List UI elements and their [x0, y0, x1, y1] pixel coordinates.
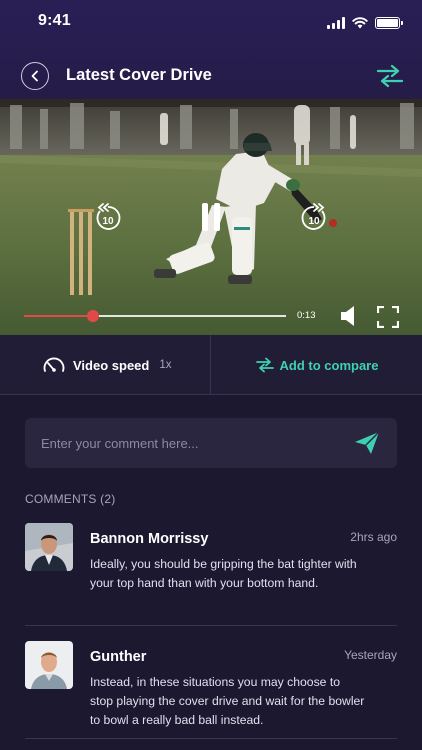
- signal-icon: [327, 16, 345, 29]
- rewind-button[interactable]: 10: [94, 202, 122, 237]
- pause-icon: [202, 203, 220, 231]
- action-bar: Video speed 1x Add to compare: [0, 335, 422, 395]
- comment-input[interactable]: [25, 418, 345, 468]
- page-title: Latest Cover Drive: [66, 66, 212, 84]
- pause-button[interactable]: [200, 203, 222, 236]
- status-time: 9:41: [38, 12, 71, 29]
- video-speed-button[interactable]: Video speed 1x: [0, 335, 211, 395]
- send-button[interactable]: [354, 431, 380, 460]
- comment-text: Instead, in these situations you may cho…: [90, 675, 365, 727]
- video-player[interactable]: 10 10: [0, 99, 422, 335]
- comment-time: Yesterday: [344, 648, 397, 662]
- volume-button[interactable]: [339, 305, 357, 332]
- fullscreen-button[interactable]: [376, 305, 400, 333]
- chevron-left-icon: [31, 70, 38, 82]
- forward-button[interactable]: 10: [300, 202, 328, 237]
- rewind-10-icon: 10: [96, 203, 121, 230]
- video-speed-value: 1x: [159, 359, 172, 371]
- rewind-seconds: 10: [102, 216, 114, 227]
- elapsed-time: 0:13: [297, 310, 316, 321]
- nav-bar: Latest Cover Drive: [0, 55, 422, 95]
- header-bar: 9:41 Latest Cover Drive: [0, 0, 422, 99]
- swap-arrows-icon[interactable]: [376, 63, 404, 89]
- speedometer-icon: [43, 357, 65, 372]
- status-icons: [327, 16, 403, 29]
- forward-seconds: 10: [308, 216, 320, 227]
- status-bar: 9:41: [0, 0, 422, 44]
- swap-arrows-icon: [255, 357, 274, 373]
- send-icon: [355, 431, 380, 454]
- divider: [25, 738, 397, 739]
- back-button[interactable]: [21, 62, 49, 90]
- comment-text: Ideally, you should be gripping the bat …: [90, 557, 357, 590]
- fullscreen-icon: [376, 305, 400, 329]
- volume-icon: [341, 306, 354, 326]
- avatar: [25, 641, 73, 689]
- comment-composer: [25, 418, 397, 468]
- avatar: [25, 523, 73, 571]
- battery-icon: [375, 16, 403, 29]
- wifi-icon: [352, 17, 368, 29]
- add-to-compare-button[interactable]: Add to compare: [212, 335, 422, 395]
- comment-author: Bannon Morrissy: [90, 531, 209, 547]
- divider: [25, 625, 397, 626]
- add-to-compare-label: Add to compare: [279, 357, 379, 373]
- comments-header: COMMENTS (2): [25, 492, 116, 506]
- comment-author: Gunther: [90, 649, 147, 665]
- video-speed-label: Video speed: [73, 357, 150, 373]
- progress-fill: [24, 315, 94, 317]
- comment-time: 2hrs ago: [350, 530, 397, 544]
- forward-10-icon: 10: [301, 203, 326, 230]
- progress-bar[interactable]: [24, 310, 286, 322]
